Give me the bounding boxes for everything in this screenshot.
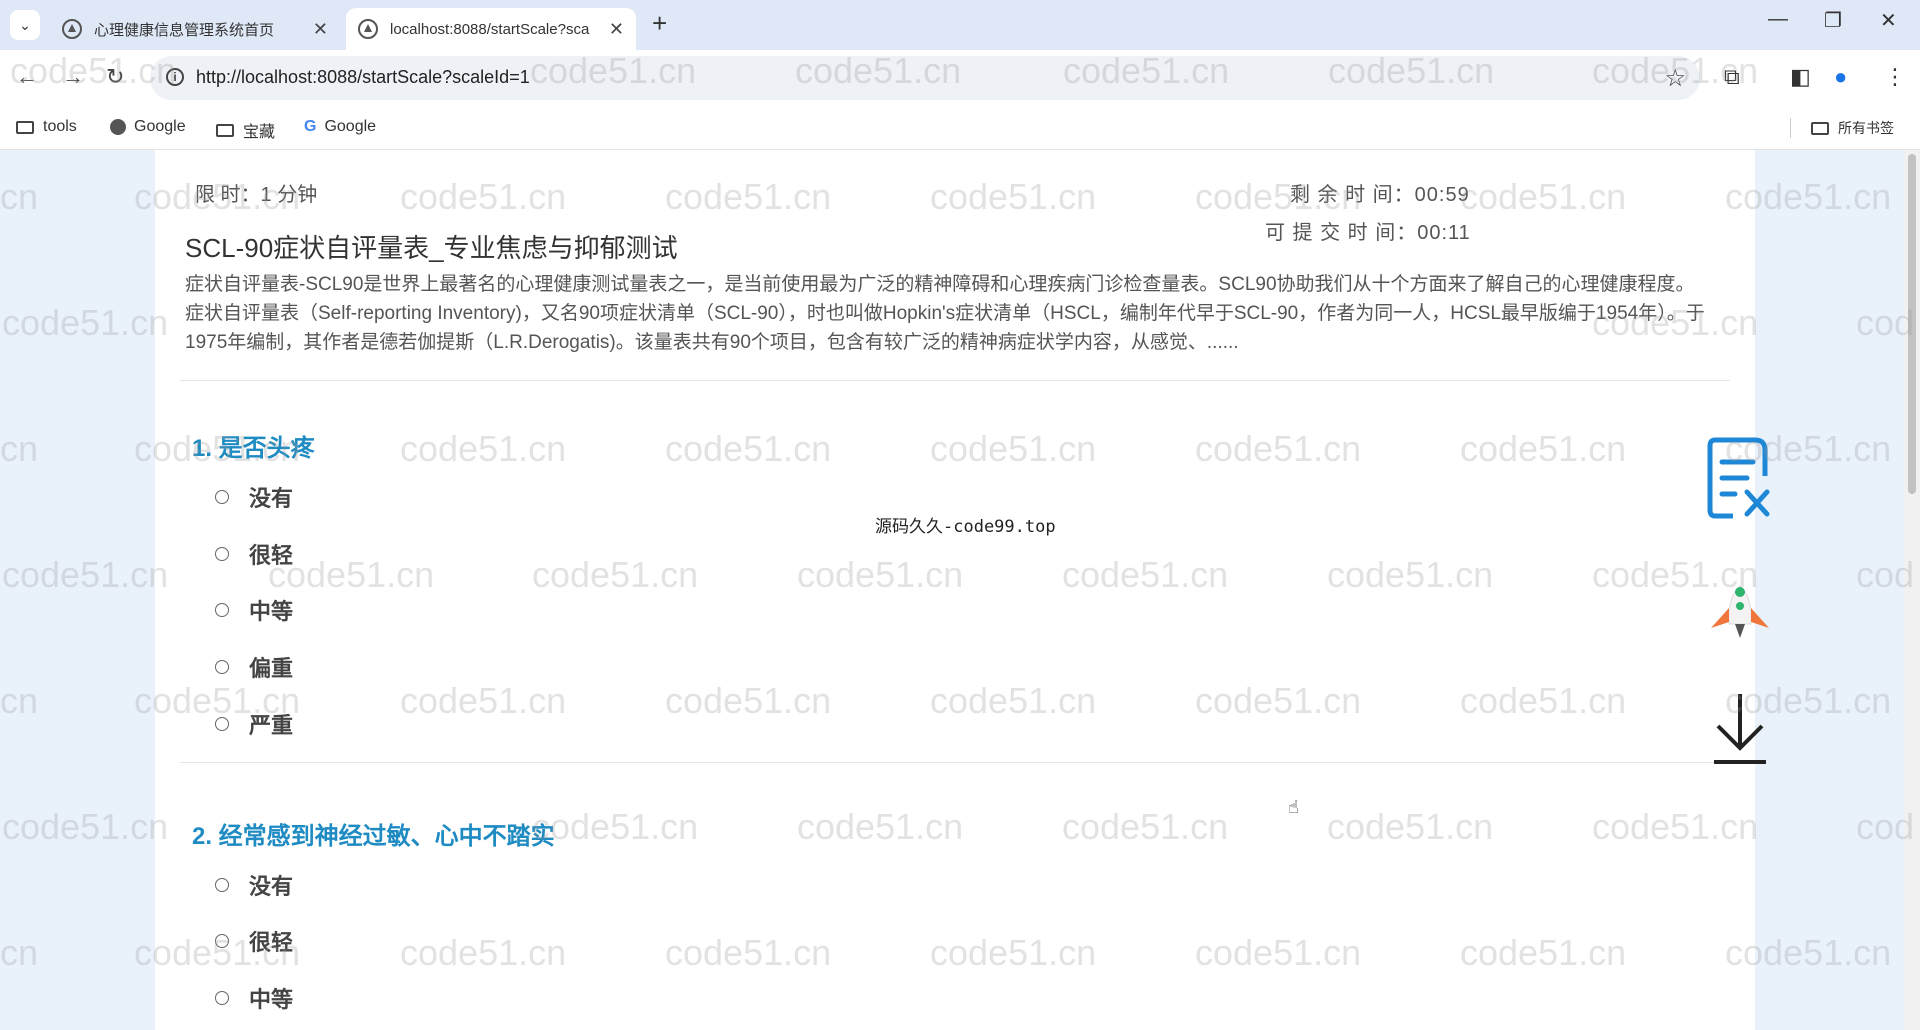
option-label[interactable]: 没有 (249, 481, 293, 513)
download-icon (1714, 694, 1766, 764)
folder-icon (16, 120, 34, 134)
option-label[interactable]: 很轻 (249, 538, 293, 570)
bookmark-label: 宝藏 (243, 124, 276, 141)
profile-icon[interactable]: ● (1834, 64, 1847, 90)
all-bookmarks[interactable]: 所有书签 (1790, 118, 1894, 138)
site-favicon-icon (358, 19, 378, 39)
minimize-icon[interactable]: — (1768, 8, 1788, 31)
bookmark-star-icon[interactable]: ☆ (1664, 64, 1686, 93)
site-favicon-icon (62, 19, 82, 39)
tab-inactive[interactable]: 心理健康信息管理系统首页 ✕ (50, 8, 340, 50)
google-icon: G (304, 118, 317, 135)
bookmark-google-2[interactable]: G Google (304, 118, 376, 136)
forward-icon[interactable]: → (62, 64, 84, 90)
bookmark-tools[interactable]: tools (16, 118, 77, 136)
overlay-watermark: 源码久久-code99.top (875, 517, 1056, 537)
back-to-top-button[interactable] (1700, 584, 1780, 644)
new-tab-button[interactable]: + (652, 8, 667, 39)
scrollbar-thumb[interactable] (1908, 154, 1916, 494)
option-radio[interactable]: 严重 (215, 708, 293, 740)
tab-title: 心理健康信息管理系统首页 (94, 21, 275, 39)
menu-icon[interactable]: ⋮ (1884, 64, 1906, 90)
divider (180, 380, 1730, 381)
tab-search-button[interactable]: ⌄ (10, 10, 40, 40)
submittable-time: 可 提 交 时 间：00:11 (1265, 222, 1471, 244)
option-radio[interactable]: 中等 (215, 594, 293, 626)
tab-strip: ⌄ 心理健康信息管理系统首页 ✕ localhost:8088/startSca… (0, 0, 1920, 50)
all-bookmarks-label: 所有书签 (1838, 120, 1894, 136)
rocket-icon (1711, 585, 1769, 638)
page-viewport: 限 时：1 分钟 剩 余 时 间：00:59 可 提 交 时 间：00:11 S… (0, 150, 1920, 1030)
option-radio[interactable]: 中等 (215, 982, 293, 1014)
radio-icon[interactable] (215, 660, 229, 674)
option-radio[interactable]: 偏重 (215, 651, 293, 683)
bookmarks-bar: tools Google 宝藏 G Google 所有书签 (0, 108, 1920, 150)
globe-icon (110, 119, 126, 135)
close-window-icon[interactable]: ✕ (1880, 8, 1897, 33)
option-label[interactable]: 中等 (249, 982, 293, 1014)
radio-icon[interactable] (215, 878, 229, 892)
folder-icon (1811, 121, 1829, 135)
radio-icon[interactable] (215, 490, 229, 504)
bookmark-google[interactable]: Google (110, 118, 186, 136)
close-tab-icon[interactable]: ✕ (313, 19, 328, 40)
info-icon[interactable]: i (166, 68, 184, 86)
radio-icon[interactable] (215, 547, 229, 561)
page-scrollbar[interactable] (1904, 150, 1920, 1030)
extensions-icon[interactable]: ⧉ (1724, 64, 1740, 90)
radio-icon[interactable] (215, 717, 229, 731)
quiz-card: 限 时：1 分钟 剩 余 时 间：00:59 可 提 交 时 间：00:11 S… (155, 150, 1755, 1030)
scale-description: 症状自评量表-SCL90是世界上最著名的心理健康测试量表之一，是当前使用最为广泛… (185, 274, 1705, 353)
tab-title: localhost:8088/startScale?sca (390, 20, 590, 38)
bookmark-label: Google (134, 118, 186, 135)
clear-list-icon (1707, 437, 1770, 519)
back-icon[interactable]: ← (16, 64, 38, 90)
folder-icon (216, 123, 234, 137)
option-radio[interactable]: 很轻 (215, 925, 293, 957)
bookmark-label: Google (324, 118, 377, 135)
tab-active[interactable]: localhost:8088/startScale?sca ✕ (346, 8, 636, 50)
radio-icon[interactable] (215, 934, 229, 948)
bookmark-label: tools (43, 118, 77, 135)
bookmark-baozang[interactable]: 宝藏 (216, 118, 275, 142)
side-tools (1700, 150, 1780, 1030)
question-title: 1. 是否头疼 (192, 435, 315, 462)
remaining-time: 剩 余 时 间：00:59 (1290, 184, 1470, 206)
option-radio[interactable]: 没有 (215, 481, 293, 513)
download-button[interactable] (1700, 692, 1780, 766)
url-text[interactable]: http://localhost:8088/startScale?scaleId… (196, 67, 530, 88)
close-tab-icon[interactable]: ✕ (609, 19, 624, 40)
address-bar[interactable]: i http://localhost:8088/startScale?scale… (150, 56, 1700, 100)
reload-icon[interactable]: ↻ (106, 64, 124, 90)
option-radio[interactable]: 没有 (215, 869, 293, 901)
side-panel-icon[interactable]: ◧ (1790, 64, 1811, 90)
option-label[interactable]: 很轻 (249, 925, 293, 957)
radio-icon[interactable] (215, 991, 229, 1005)
reset-answers-button[interactable] (1700, 436, 1780, 520)
scale-title: SCL-90症状自评量表_专业焦虑与抑郁测试 (185, 233, 678, 263)
divider (180, 762, 1730, 763)
browser-toolbar: ← → ↻ i http://localhost:8088/startScale… (0, 50, 1920, 108)
option-label[interactable]: 中等 (249, 594, 293, 626)
chevron-down-icon: ⌄ (19, 16, 31, 33)
option-radio[interactable]: 很轻 (215, 538, 293, 570)
time-limit: 限 时：1 分钟 (195, 184, 318, 206)
radio-icon[interactable] (215, 603, 229, 617)
option-label[interactable]: 没有 (249, 869, 293, 901)
option-label[interactable]: 偏重 (249, 651, 293, 683)
question-title: 2. 经常感到神经过敏、心中不踏实 (192, 823, 555, 850)
restore-icon[interactable]: ❐ (1824, 8, 1842, 33)
option-label[interactable]: 严重 (249, 708, 293, 740)
hand-cursor-icon: ☝ (1288, 797, 1299, 817)
